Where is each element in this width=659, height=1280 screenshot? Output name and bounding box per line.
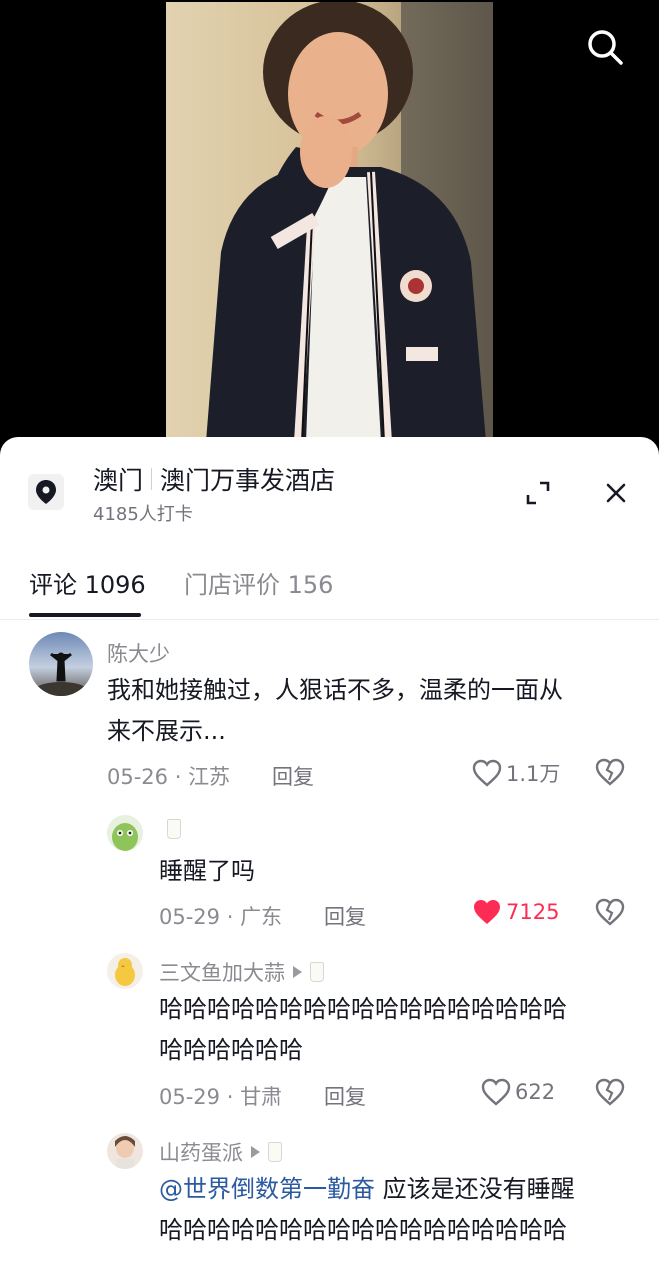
broken-heart-icon (595, 898, 625, 926)
username-text: 三文鱼加大蒜 (159, 961, 285, 985)
avatar[interactable] (107, 1133, 143, 1169)
poi-name: 澳门万事发酒店 (160, 466, 336, 495)
poi-city: 澳门 (93, 466, 144, 495)
reply-to-arrow-icon (293, 966, 302, 978)
avatar[interactable] (107, 953, 143, 989)
reply-button[interactable]: 回复 (324, 1081, 366, 1111)
comment-item: 陈大少 我和她接触过，人狠话不多，温柔的一面从 来不展示... 05-26 · … (0, 632, 659, 807)
comment-meta: 05-26 · 江苏 (107, 765, 231, 789)
heart-icon (481, 1078, 511, 1106)
comment-meta: 05-29 · 甘肃 (159, 1085, 283, 1109)
expand-icon (526, 481, 550, 505)
comment-date: 05-26 (107, 765, 169, 789)
expand-button[interactable] (524, 479, 552, 507)
username-text: 山药蛋派 (159, 1141, 243, 1165)
comment-text-line: 哈哈哈哈哈哈 (159, 1036, 303, 1064)
heart-filled-icon (474, 900, 500, 924)
like-count: 622 (515, 1080, 556, 1104)
close-icon (606, 483, 626, 503)
like-count: 1.1万 (506, 762, 561, 786)
like-button[interactable]: 7125 (472, 898, 559, 926)
comment-text-line: 哈哈哈哈哈哈哈哈哈哈哈哈哈哈哈哈哈 (159, 1216, 567, 1244)
reply-button[interactable]: 回复 (324, 901, 366, 931)
comment-meta: 05-29 · 广东 (159, 905, 283, 929)
reply-to-arrow-icon (251, 1146, 260, 1158)
heart-icon (472, 759, 502, 787)
mention-link[interactable]: @世界倒数第一勤奋 (159, 1175, 375, 1203)
search-icon (588, 30, 623, 65)
location-pin-icon (28, 474, 64, 510)
tab-bar: 评论 1096 门店评价 156 (0, 555, 659, 620)
broken-heart-icon (595, 758, 625, 786)
poi-checkins: 4185人打卡 (93, 504, 193, 525)
search-button[interactable] (584, 26, 626, 68)
like-button[interactable]: 1.1万 (472, 758, 560, 788)
comment-location: 江苏 (188, 765, 231, 789)
comment-text: @世界倒数第一勤奋 应该是还没有睡醒 哈哈哈哈哈哈哈哈哈哈哈哈哈哈哈哈哈 (159, 1169, 639, 1251)
close-button[interactable] (602, 479, 630, 507)
tab-store-reviews[interactable]: 门店评价 156 (184, 565, 333, 600)
tab-comments[interactable]: 评论 1096 (29, 565, 146, 600)
dislike-button[interactable] (595, 758, 625, 788)
reply-item: 睡醒了吗 05-29 · 广东 回复 7125 (0, 813, 659, 943)
milk-glass-icon (268, 1142, 282, 1162)
video-player[interactable] (0, 0, 659, 460)
comment-text: 睡醒了吗 (159, 857, 255, 885)
comment-username[interactable]: 山药蛋派 (159, 1137, 282, 1167)
active-tab-indicator (29, 613, 141, 617)
comment-username[interactable]: 陈大少 (107, 638, 170, 668)
like-button[interactable]: 622 (481, 1078, 555, 1106)
poi-title[interactable]: 澳门 澳门万事发酒店 (93, 461, 335, 497)
reply-item: 三文鱼加大蒜 哈哈哈哈哈哈哈哈哈哈哈哈哈哈哈哈哈 哈哈哈哈哈哈 05-29 · … (0, 951, 659, 1121)
comment-date: 05-29 (159, 1085, 221, 1109)
video-frame (166, 2, 493, 442)
comment-text-line: 哈哈哈哈哈哈哈哈哈哈哈哈哈哈哈哈哈 (159, 995, 567, 1023)
comment-location: 甘肃 (240, 1085, 283, 1109)
avatar[interactable] (29, 632, 93, 696)
title-divider (151, 468, 153, 490)
comments-sheet: 澳门 澳门万事发酒店 4185人打卡 评论 1096 门店评价 156 陈大少 (0, 437, 659, 1280)
poi-header[interactable]: 澳门 澳门万事发酒店 4185人打卡 (0, 437, 659, 537)
reply-item: 山药蛋派 @世界倒数第一勤奋 应该是还没有睡醒 哈哈哈哈哈哈哈哈哈哈哈哈哈哈哈哈… (0, 1131, 659, 1280)
comment-text: 哈哈哈哈哈哈哈哈哈哈哈哈哈哈哈哈哈 哈哈哈哈哈哈 (159, 989, 629, 1071)
comment-text: 我和她接触过，人狠话不多，温柔的一面从 来不展示... (107, 670, 627, 752)
avatar[interactable] (107, 815, 143, 851)
milk-glass-icon (167, 819, 181, 839)
comment-text-line: @世界倒数第一勤奋 应该是还没有睡醒 (159, 1169, 639, 1210)
comment-location: 广东 (240, 905, 283, 929)
comment-text-line: 来不展示... (107, 717, 226, 745)
reply-button[interactable]: 回复 (272, 761, 314, 791)
comment-text-span: 应该是还没有睡醒 (375, 1175, 575, 1203)
like-count: 7125 (506, 900, 560, 924)
video-person-illustration (166, 2, 493, 442)
broken-heart-icon (595, 1078, 625, 1106)
milk-glass-icon (310, 962, 324, 982)
dislike-button[interactable] (595, 898, 625, 928)
comment-username[interactable] (159, 819, 181, 839)
comment-date: 05-29 (159, 905, 221, 929)
dislike-button[interactable] (595, 1078, 625, 1108)
comment-username[interactable]: 三文鱼加大蒜 (159, 957, 324, 987)
comment-text-line: 我和她接触过，人狠话不多，温柔的一面从 (107, 676, 563, 704)
